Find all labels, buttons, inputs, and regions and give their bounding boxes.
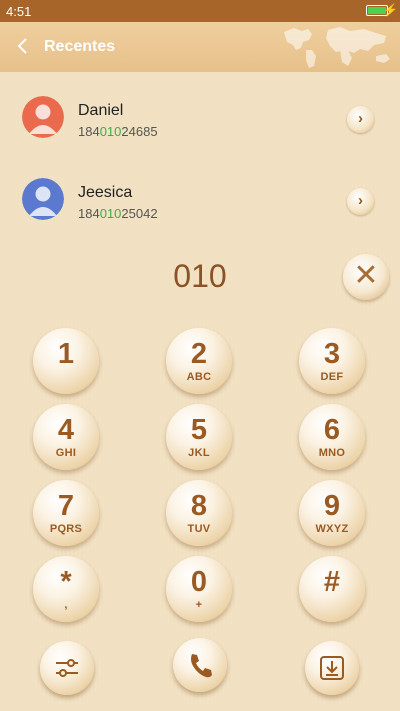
key-digit: * [60,566,72,598]
key-5[interactable]: 5 JKL [166,404,232,470]
key-7[interactable]: 7 PQRS [33,480,99,546]
page-title: Recentes [44,38,116,55]
key-digit: # [323,566,341,598]
avatar [22,178,64,220]
key-9[interactable]: 9 WXYZ [299,480,365,546]
key-hash[interactable]: # [299,556,365,622]
key-digit: 3 [323,338,341,370]
key-letters: + [195,599,203,611]
key-digit: 6 [323,414,341,446]
key-8[interactable]: 8 TUV [166,480,232,546]
key-letters: , [64,599,68,611]
key-2[interactable]: 2 ABC [166,328,232,394]
number-match: 010 [99,124,122,139]
key-digit: 1 [57,338,75,370]
header: Recentes [0,22,400,72]
settings-sliders-icon [56,659,78,677]
clear-icon[interactable]: ✕ [343,254,389,300]
key-letters: GHI [55,447,77,459]
dial-display: 010 ✕ [0,248,400,308]
key-letters: DEF [320,371,344,383]
contact-number: 18401024685 [78,124,158,139]
key-digit: 8 [190,490,208,522]
key-digit: 4 [57,414,75,446]
contact-row[interactable]: Daniel 18401024685 › [0,84,400,148]
contact-number: 18401025042 [78,206,158,221]
charging-icon: ⚡ [383,3,398,17]
chevron-right-icon[interactable]: › [347,106,374,133]
number-match: 010 [99,206,122,221]
world-map-icon [284,27,390,68]
key-letters: ABC [186,371,212,383]
key-letters: JKL [188,447,210,459]
phone-call-icon [191,654,212,678]
key-3[interactable]: 3 DEF [299,328,365,394]
settings-button[interactable] [40,641,94,695]
status-time: 4:51 [6,4,32,19]
key-digit: 5 [190,414,208,446]
dialer-content: Daniel 18401024685 › Jeesica 18401025042… [0,72,400,711]
key-4[interactable]: 4 GHI [33,404,99,470]
key-0[interactable]: 0 + [166,556,232,622]
back-icon[interactable] [14,34,34,58]
key-digit: 9 [323,490,341,522]
contact-row[interactable]: Jeesica 18401025042 › [0,166,400,230]
key-letters: WXYZ [315,523,349,535]
key-letters: TUV [187,523,211,535]
key-star[interactable]: * , [33,556,99,622]
dialed-number: 010 [173,258,227,294]
key-6[interactable]: 6 MNO [299,404,365,470]
key-letters: MNO [318,447,346,459]
download-icon [320,656,344,680]
key-digit: 7 [57,490,75,522]
download-button[interactable] [305,641,359,695]
chevron-right-icon[interactable]: › [347,188,374,215]
status-bar: 4:51 ⚡ [0,0,400,22]
key-digit: 0 [190,566,208,598]
call-button[interactable] [173,638,227,692]
contact-name: Jeesica [78,184,133,201]
key-digit: 2 [190,338,208,370]
avatar [22,96,64,138]
key-letters: PQRS [49,523,83,535]
key-1[interactable]: 1 [33,328,99,394]
contact-name: Daniel [78,102,124,119]
